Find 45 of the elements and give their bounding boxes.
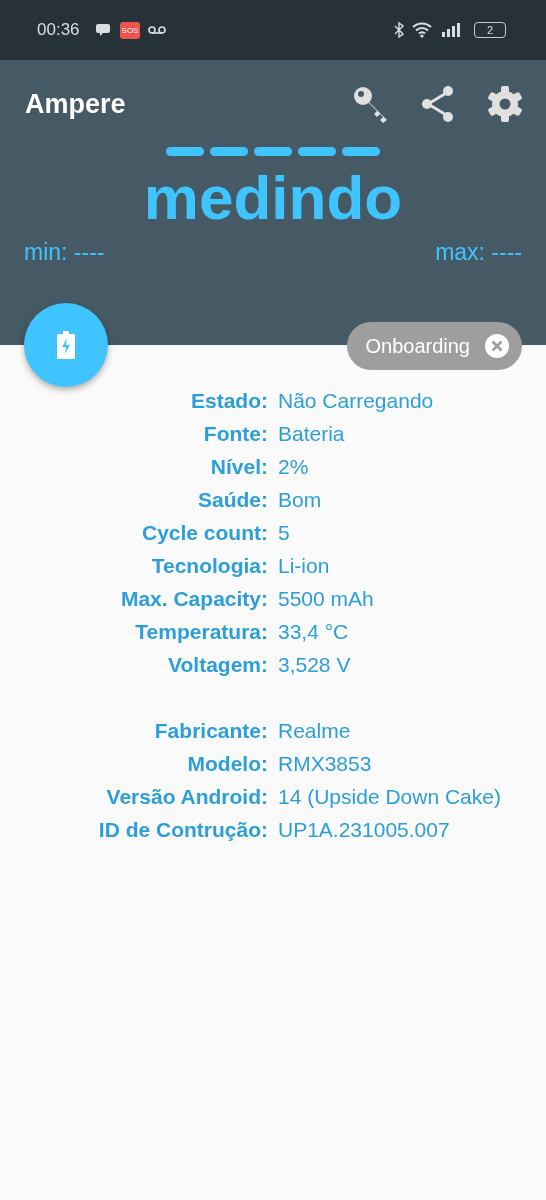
info-label: Saúde: bbox=[197, 487, 268, 513]
max-reading: max: ---- bbox=[435, 239, 522, 266]
info-value: Não Carregando bbox=[278, 388, 435, 414]
info-label: Estado: bbox=[190, 388, 268, 414]
chat-icon bbox=[95, 23, 112, 37]
info-value: 5 bbox=[278, 520, 291, 546]
bluetooth-icon bbox=[394, 22, 404, 38]
info-value: Li-ion bbox=[278, 553, 331, 579]
info-value: RMX3853 bbox=[278, 751, 373, 777]
info-value: Realme bbox=[278, 718, 352, 744]
info-label: Tecnologia: bbox=[150, 553, 268, 579]
close-icon[interactable] bbox=[484, 333, 510, 359]
info-label: Cycle count: bbox=[140, 520, 268, 546]
settings-icon[interactable] bbox=[486, 85, 524, 123]
info-label: Voltagem: bbox=[167, 652, 268, 678]
min-reading: min: ---- bbox=[24, 239, 105, 266]
sos-badge: SOS bbox=[119, 21, 141, 39]
info-value: 5500 mAh bbox=[278, 586, 375, 612]
battery-fab[interactable] bbox=[24, 303, 108, 387]
info-label: Fonte: bbox=[202, 421, 268, 447]
info-value: 33,4 °C bbox=[278, 619, 350, 645]
key-icon[interactable] bbox=[352, 85, 390, 123]
info-value: Bom bbox=[278, 487, 323, 513]
share-icon[interactable] bbox=[420, 85, 456, 123]
info-value: 14 (Upside Down Cake) bbox=[278, 784, 502, 810]
info-value: UP1A.231005.007 bbox=[278, 817, 451, 843]
info-value: 2% bbox=[278, 454, 310, 480]
measuring-status: medindo bbox=[142, 163, 404, 233]
battery-charging-icon bbox=[57, 331, 75, 359]
battery-indicator: 2 bbox=[474, 22, 506, 38]
info-label: Modelo: bbox=[186, 751, 268, 777]
wifi-icon bbox=[412, 22, 434, 38]
info-label: Nível: bbox=[209, 454, 268, 480]
info-label: Max. Capacity: bbox=[119, 586, 268, 612]
signal-icon bbox=[442, 23, 462, 37]
app-title: Ampere bbox=[25, 88, 126, 120]
status-time: 00:36 bbox=[37, 20, 80, 40]
info-label: Fabricante: bbox=[153, 718, 268, 744]
voicemail-icon bbox=[148, 25, 167, 35]
onboarding-chip[interactable]: Onboarding bbox=[347, 322, 522, 370]
info-label: Versão Android: bbox=[105, 784, 268, 810]
info-label: ID de Contrução: bbox=[97, 817, 268, 843]
info-label: Temperatura: bbox=[134, 619, 268, 645]
info-value: 3,528 V bbox=[278, 652, 352, 678]
info-value: Bateria bbox=[278, 421, 346, 447]
